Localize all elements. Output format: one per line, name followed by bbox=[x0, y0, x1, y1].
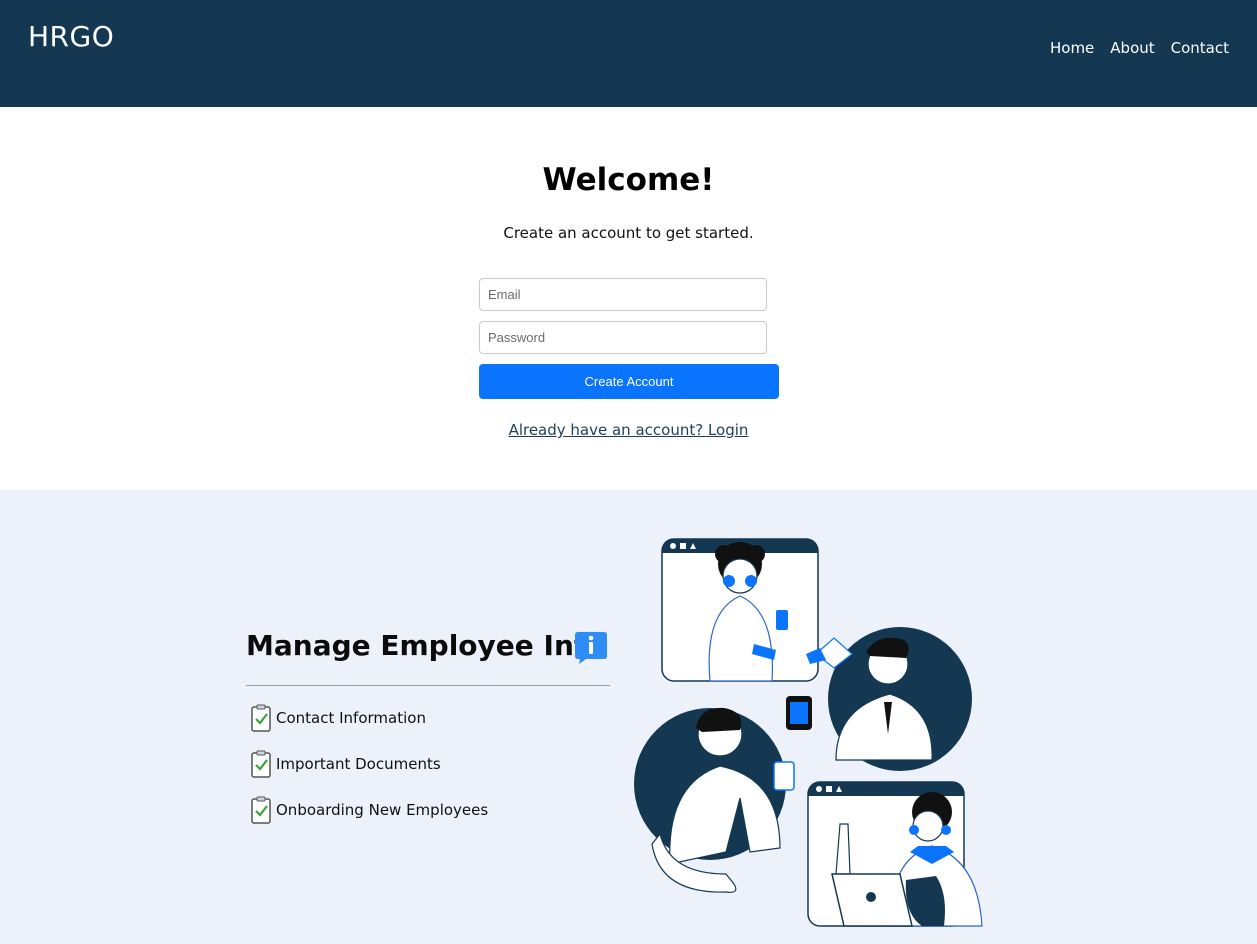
page-title: Welcome! bbox=[542, 162, 715, 198]
create-account-button[interactable]: Create Account bbox=[479, 364, 779, 399]
brand-logo[interactable]: HRGO bbox=[28, 20, 114, 53]
clipboard-check-icon bbox=[251, 704, 271, 732]
team-collaboration-illustration bbox=[634, 538, 983, 927]
feature-item: Onboarding New Employees bbox=[250, 796, 488, 824]
info-chat-icon bbox=[575, 632, 607, 664]
nav-link-contact[interactable]: Contact bbox=[1171, 39, 1229, 57]
nav-link-about[interactable]: About bbox=[1110, 39, 1154, 57]
feature-label: Contact Information bbox=[276, 709, 426, 727]
login-link-row: Already have an account? Login bbox=[0, 421, 1257, 439]
email-field[interactable] bbox=[479, 278, 767, 311]
page-subtitle: Create an account to get started. bbox=[503, 224, 754, 242]
password-field[interactable] bbox=[479, 321, 767, 354]
feature-label: Onboarding New Employees bbox=[276, 801, 489, 819]
nav-links: Home About Contact bbox=[1050, 39, 1229, 57]
top-navbar: HRGO Home About Contact bbox=[0, 0, 1257, 107]
clipboard-check-icon bbox=[251, 796, 271, 824]
features-section: Manage Employee Info Contact Information… bbox=[0, 490, 1257, 944]
feature-item: Important Documents bbox=[250, 750, 441, 778]
clipboard-check-icon bbox=[251, 750, 271, 778]
feature-label: Important Documents bbox=[276, 755, 441, 773]
features-divider bbox=[246, 685, 610, 686]
signup-section: Welcome! Create an account to get starte… bbox=[0, 107, 1257, 490]
nav-link-home[interactable]: Home bbox=[1050, 39, 1094, 57]
features-title: Manage Employee Info bbox=[246, 629, 606, 662]
login-link[interactable]: Already have an account? Login bbox=[509, 421, 749, 439]
feature-item: Contact Information bbox=[250, 704, 426, 732]
